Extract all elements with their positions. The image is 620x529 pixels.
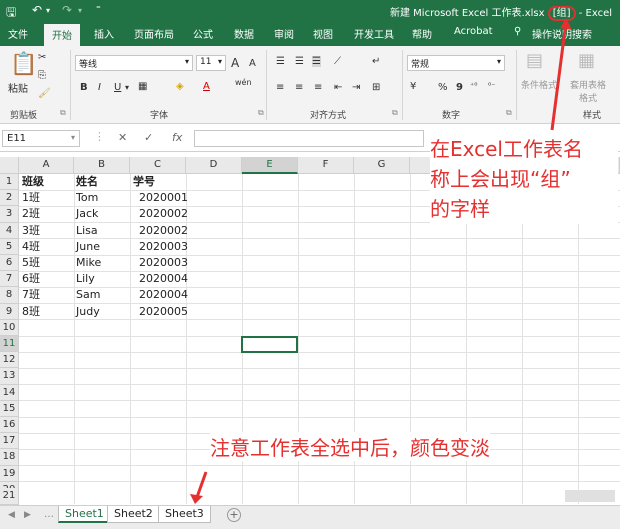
annotation-line: 的字样	[430, 197, 490, 221]
arrow-line-top	[550, 21, 568, 131]
arrow-head-top	[560, 18, 572, 30]
sheet-tab-sheet3[interactable]: Sheet3	[158, 506, 211, 523]
scroll-left-icon[interactable]: ◀	[8, 510, 15, 520]
more-sheets-icon[interactable]: …	[44, 509, 54, 520]
annotation-line: 称上会出现“组”	[430, 167, 571, 191]
add-sheet-icon[interactable]: +	[227, 508, 241, 522]
sheet-tab-sheet1[interactable]: Sheet1	[58, 506, 111, 523]
blurred-area	[565, 490, 615, 502]
scroll-right-icon[interactable]: ▶	[24, 510, 31, 520]
annotation-line: 在Excel工作表名	[430, 137, 583, 161]
sheet-tab-bar: ◀ ▶ … Sheet1 Sheet2 Sheet3 +	[0, 505, 620, 529]
sheet-tab-sheet2[interactable]: Sheet2	[107, 506, 160, 523]
annotation-tab-color-note: 注意工作表全选中后，颜色变淡	[210, 432, 490, 461]
annotation-group-note: 在Excel工作表名 称上会出现“组” 的字样	[430, 134, 618, 224]
arrow-head-bottom	[190, 494, 203, 504]
